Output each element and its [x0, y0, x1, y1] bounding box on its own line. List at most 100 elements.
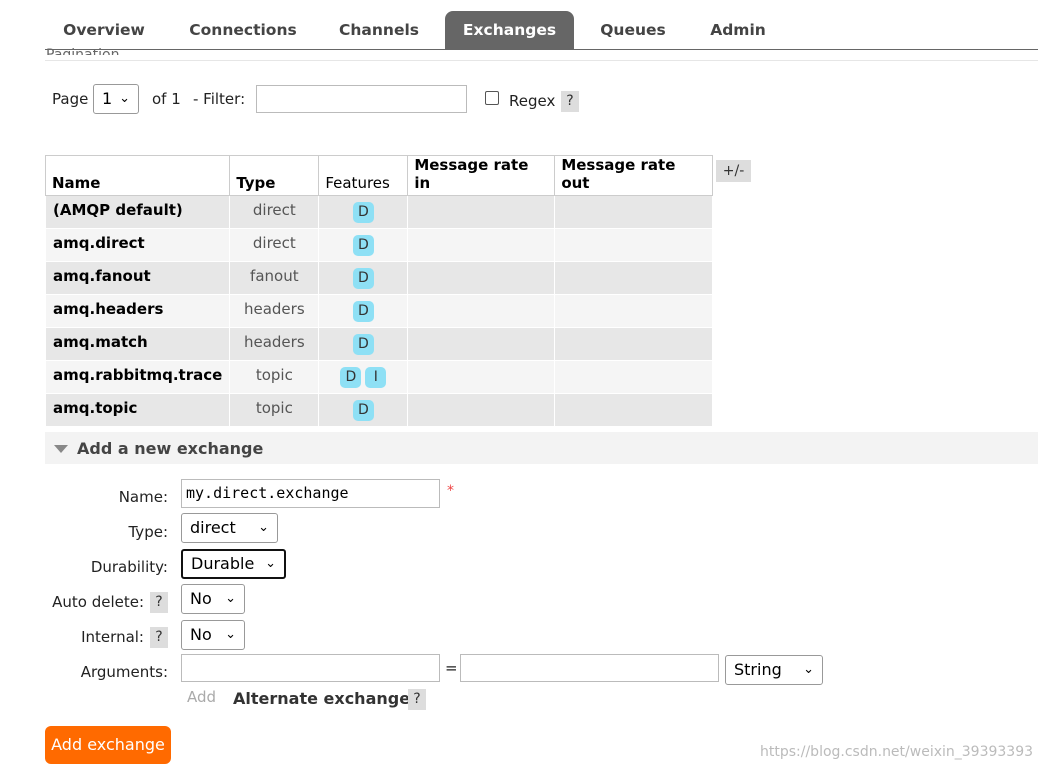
collapse-triangle-icon	[54, 445, 68, 453]
exchange-features: D	[318, 195, 409, 229]
page-select[interactable]: 1 ⌄	[93, 84, 139, 114]
exchange-name-link[interactable]: amq.fanout	[44, 261, 231, 295]
durable-badge: D	[352, 202, 374, 223]
internal-value: No	[190, 625, 212, 644]
internal-help-button[interactable]: ?	[150, 627, 168, 648]
durable-badge: D	[352, 400, 374, 421]
exchange-type: headers	[229, 294, 320, 328]
table-row[interactable]: amq.match headers D	[44, 327, 714, 361]
rate-in-cell	[407, 261, 556, 295]
exchange-name-link[interactable]: amq.direct	[44, 228, 231, 262]
tab-channels[interactable]: Channels	[323, 11, 435, 50]
tab-exchanges[interactable]: Exchanges	[445, 11, 574, 50]
durability-select[interactable]: Durable ⌄	[181, 549, 286, 579]
alternate-exchange-help-button[interactable]: ?	[408, 689, 426, 710]
chevron-down-icon: ⌄	[225, 591, 236, 606]
table-row[interactable]: amq.direct direct D	[44, 228, 714, 262]
table-row[interactable]: amq.rabbitmq.trace topic DI	[44, 360, 714, 394]
table-row[interactable]: (AMQP default) direct D	[44, 195, 714, 229]
table-header-row: Name Type Features Message rate in Messa…	[44, 155, 714, 196]
add-argument-link[interactable]: Add	[187, 688, 216, 706]
table-row[interactable]: amq.fanout fanout D	[44, 261, 714, 295]
add-exchange-section-header[interactable]: Add a new exchange	[45, 432, 1038, 464]
durable-badge: D	[352, 301, 374, 322]
internal-badge: I	[365, 367, 387, 388]
pagination-section-title[interactable]: Pagination	[46, 41, 119, 55]
exchange-type: fanout	[229, 261, 320, 295]
argument-type-select[interactable]: String ⌄	[725, 655, 823, 685]
add-exchange-section-title: Add a new exchange	[77, 439, 264, 458]
rate-out-cell	[554, 360, 714, 394]
type-label: Type:	[128, 523, 168, 541]
regex-checkbox[interactable]	[485, 91, 499, 105]
main-nav-tabs: Overview Connections Channels Exchanges …	[0, 0, 1038, 51]
durability-label: Durability:	[90, 558, 168, 576]
rate-in-cell	[407, 393, 556, 427]
exchange-name-link[interactable]: (AMQP default)	[44, 195, 231, 229]
auto-delete-select[interactable]: No ⌄	[181, 584, 245, 614]
column-header-features: Features	[318, 155, 409, 196]
arguments-label: Arguments:	[80, 663, 168, 681]
pagination-divider	[45, 60, 1038, 61]
tab-admin[interactable]: Admin	[694, 11, 782, 50]
chevron-down-icon: ⌄	[803, 662, 814, 677]
required-marker: *	[447, 483, 454, 499]
exchange-name-link[interactable]: amq.headers	[44, 294, 231, 328]
exchange-type: direct	[229, 195, 320, 229]
page-select-value: 1	[102, 89, 113, 108]
column-header-name: Name	[44, 155, 231, 196]
rate-in-cell	[407, 294, 556, 328]
exchange-type-select[interactable]: direct ⌄	[181, 513, 278, 543]
auto-delete-label: Auto delete:	[52, 593, 144, 611]
argument-key-input[interactable]	[181, 654, 440, 682]
durable-badge: D	[352, 268, 374, 289]
watermark-text: https://blog.csdn.net/weixin_39393393	[760, 744, 1034, 760]
chevron-down-icon: ⌄	[265, 556, 276, 571]
exchange-type-value: direct	[190, 518, 236, 537]
exchange-features: D	[318, 261, 409, 295]
exchange-type: headers	[229, 327, 320, 361]
internal-select[interactable]: No ⌄	[181, 620, 245, 650]
rate-out-cell	[554, 261, 714, 295]
add-exchange-button[interactable]: Add exchange	[45, 726, 171, 764]
chevron-down-icon: ⌄	[225, 627, 236, 642]
rate-out-cell	[554, 195, 714, 229]
tab-connections[interactable]: Connections	[176, 11, 310, 50]
alternate-exchange-link[interactable]: Alternate exchange	[233, 689, 410, 708]
argument-value-input[interactable]	[460, 654, 719, 682]
filter-input[interactable]	[256, 85, 467, 113]
column-header-rate-out: Message rate out	[554, 155, 714, 196]
durability-value: Durable	[191, 554, 255, 573]
rate-in-cell	[407, 228, 556, 262]
exchange-name-input[interactable]: my.direct.exchange	[181, 479, 440, 508]
rate-out-cell	[554, 294, 714, 328]
exchange-name-link[interactable]: amq.match	[44, 327, 231, 361]
durable-badge: D	[352, 334, 374, 355]
exchange-features: D	[318, 228, 409, 262]
durable-badge: D	[340, 367, 362, 388]
regex-label: Regex	[509, 92, 556, 110]
name-label: Name:	[118, 488, 168, 506]
column-header-type: Type	[229, 155, 320, 196]
chevron-down-icon: ⌄	[258, 520, 269, 535]
column-header-rate-in: Message rate in	[407, 155, 556, 196]
exchange-type: topic	[229, 360, 320, 394]
exchange-features: DI	[318, 360, 409, 394]
exchange-name-link[interactable]: amq.topic	[44, 393, 231, 427]
toggle-columns-button[interactable]: +/-	[716, 160, 751, 182]
page-of-label: of 1	[152, 90, 181, 108]
regex-help-button[interactable]: ?	[561, 91, 579, 112]
table-row[interactable]: amq.headers headers D	[44, 294, 714, 328]
exchanges-table: Name Type Features Message rate in Messa…	[44, 155, 714, 427]
exchange-name-link[interactable]: amq.rabbitmq.trace	[44, 360, 231, 394]
exchange-type: direct	[229, 228, 320, 262]
exchange-features: D	[318, 294, 409, 328]
auto-delete-help-button[interactable]: ?	[150, 592, 168, 613]
exchange-features: D	[318, 327, 409, 361]
tabs-divider	[45, 49, 1038, 50]
tab-queues[interactable]: Queues	[586, 11, 680, 50]
table-row[interactable]: amq.topic topic D	[44, 393, 714, 427]
internal-label: Internal:	[81, 628, 144, 646]
exchange-type: topic	[229, 393, 320, 427]
rate-in-cell	[407, 327, 556, 361]
